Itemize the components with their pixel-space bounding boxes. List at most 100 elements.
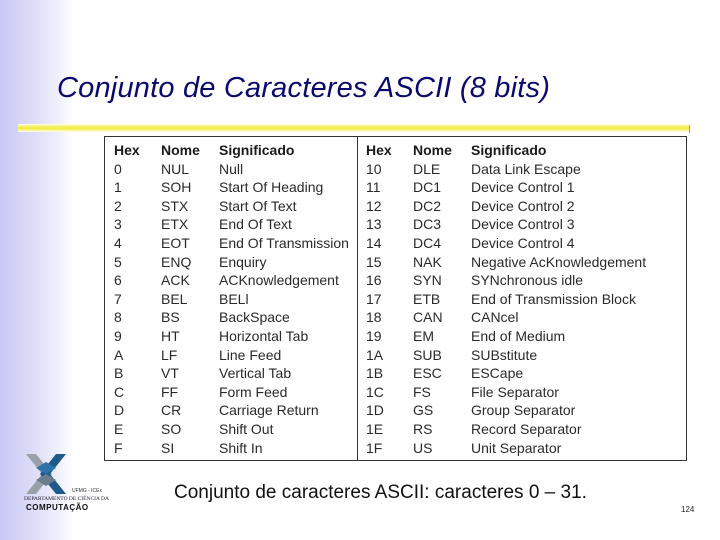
- cell-nome: EOT: [161, 234, 190, 251]
- ascii-table: Hex Nome Significado 0 NUL Null 1 SOH Start O…: [104, 136, 687, 461]
- table-row: 5 ENQ Enquiry: [114, 253, 357, 272]
- cell-nome: LF: [161, 346, 178, 363]
- table-row: 1 SOH Start Of Heading: [114, 178, 357, 197]
- cell-nome: NAK: [413, 253, 442, 270]
- cell-significado: File Separator: [471, 383, 559, 400]
- cell-hex: C: [114, 383, 125, 400]
- cell-nome: ETX: [161, 216, 189, 233]
- cell-significado: End of Medium: [471, 327, 566, 344]
- table-row: 6 ACK ACKnowledgement: [114, 271, 357, 290]
- table-header-row: Hex Nome Significado: [114, 141, 357, 160]
- cell-significado: Device Control 1: [471, 179, 575, 196]
- logo-text-line2: DEPARTAMENTO DE CIÊNCIA DA: [24, 496, 109, 502]
- cell-hex: 1: [114, 179, 122, 196]
- cell-hex: 12: [366, 197, 382, 214]
- cell-hex: 16: [366, 272, 382, 289]
- cell-nome: DC3: [413, 216, 442, 233]
- cell-significado: End of Transmission Block: [471, 290, 636, 307]
- department-logo: UFMG - ICEx DEPARTAMENTO DE CIÊNCIA DA C…: [22, 452, 122, 516]
- cell-nome: BEL: [161, 290, 188, 307]
- table-row: C FF Form Feed: [114, 383, 357, 402]
- cell-significado: Record Separator: [471, 420, 582, 437]
- cell-nome: DLE: [413, 160, 441, 177]
- cell-nome: FS: [413, 383, 431, 400]
- cell-significado: CANcel: [471, 309, 519, 326]
- table-header-row: Hex Nome Significado: [366, 141, 686, 160]
- cell-significado: End Of Transmission: [219, 234, 349, 251]
- cell-significado: Start Of Text: [219, 197, 297, 214]
- table-right-rows: 10 DLE Data Link Escape 11 DC1 Device Control…: [366, 160, 686, 458]
- cell-nome: DC4: [413, 234, 442, 251]
- cell-hex: 18: [366, 309, 382, 326]
- cell-nome: CAN: [413, 309, 443, 326]
- cell-significado: End Of Text: [219, 216, 292, 233]
- table-row: 7 BEL BELl: [114, 290, 357, 309]
- cell-hex: 10: [366, 160, 382, 177]
- table-left-half: Hex Nome Significado 0 NUL Null 1 SOH Start O…: [114, 141, 357, 457]
- cell-hex: 0: [114, 160, 122, 177]
- cell-hex: 17: [366, 290, 382, 307]
- table-row: 14 DC4 Device Control 4: [366, 234, 686, 253]
- table-row: 0 NUL Null: [114, 160, 357, 179]
- cell-hex: 4: [114, 234, 122, 251]
- cell-nome: SI: [161, 439, 175, 456]
- table-row: B VT Vertical Tab: [114, 364, 357, 383]
- cell-significado: Form Feed: [219, 383, 288, 400]
- table-row: 13 DC3 Device Control 3: [366, 215, 686, 234]
- cell-hex: 15: [366, 253, 382, 270]
- cell-significado: Unit Separator: [471, 439, 562, 456]
- table-row: 1B ESC ESCape: [366, 364, 686, 383]
- cell-nome: RS: [413, 420, 433, 437]
- cell-significado: Device Control 3: [471, 216, 575, 233]
- cell-nome: STX: [161, 197, 189, 214]
- cell-significado: Line Feed: [219, 346, 282, 363]
- cell-hex: 1D: [366, 402, 384, 419]
- cell-nome: ACK: [161, 272, 190, 289]
- cell-significado: Carriage Return: [219, 402, 319, 419]
- slide-caption: Conjunto de caracteres ASCII: caracteres…: [174, 482, 587, 503]
- cell-nome: ESC: [413, 365, 442, 382]
- cell-significado: Null: [219, 160, 244, 177]
- cell-significado: Shift In: [219, 439, 263, 456]
- cell-hex: 1F: [366, 439, 383, 456]
- cell-significado: Device Control 4: [471, 234, 575, 251]
- cell-significado: BackSpace: [219, 309, 290, 326]
- page-number: 124: [681, 505, 695, 514]
- cell-nome: SOH: [161, 179, 192, 196]
- cell-nome: HT: [161, 327, 180, 344]
- cell-nome: ENQ: [161, 253, 192, 270]
- cell-nome: SUB: [413, 346, 442, 363]
- cell-significado: Negative AcKnowledgement: [471, 253, 647, 270]
- cell-nome: FF: [161, 383, 179, 400]
- cell-significado: Start Of Heading: [219, 179, 324, 196]
- cell-nome: ETB: [413, 290, 441, 307]
- cell-significado: Enquiry: [219, 253, 267, 270]
- table-row: E SO Shift Out: [114, 420, 357, 439]
- cell-nome: CR: [161, 402, 182, 419]
- table-row: 8 BS BackSpace: [114, 308, 357, 327]
- cell-hex: 1C: [366, 383, 384, 400]
- cell-hex: 1B: [366, 365, 384, 382]
- table-row: 9 HT Horizontal Tab: [114, 327, 357, 346]
- cell-significado: ESCape: [471, 365, 524, 382]
- cell-hex: 13: [366, 216, 382, 233]
- table-row: 1C FS File Separator: [366, 383, 686, 402]
- table-row: 10 DLE Data Link Escape: [366, 160, 686, 179]
- table-row: 19 EM End of Medium: [366, 327, 686, 346]
- cell-nome: DC1: [413, 179, 442, 196]
- cell-nome: BS: [161, 309, 180, 326]
- header-hex: Hex: [114, 142, 140, 158]
- table-row: 2 STX Start Of Text: [114, 197, 357, 216]
- header-nome: Nome: [413, 142, 452, 158]
- cell-hex: 14: [366, 234, 382, 251]
- title-underline-rule: [18, 124, 690, 132]
- cell-hex: A: [114, 346, 124, 363]
- cell-significado: ACKnowledgement: [219, 272, 339, 289]
- title-underline-rule-end: [689, 125, 690, 133]
- cell-hex: 1E: [366, 420, 384, 437]
- table-row: 17 ETB End of Transmission Block: [366, 290, 686, 309]
- cell-hex: 2: [114, 197, 122, 214]
- table-row: 11 DC1 Device Control 1: [366, 178, 686, 197]
- cell-nome: US: [413, 439, 433, 456]
- table-row: 18 CAN CANcel: [366, 308, 686, 327]
